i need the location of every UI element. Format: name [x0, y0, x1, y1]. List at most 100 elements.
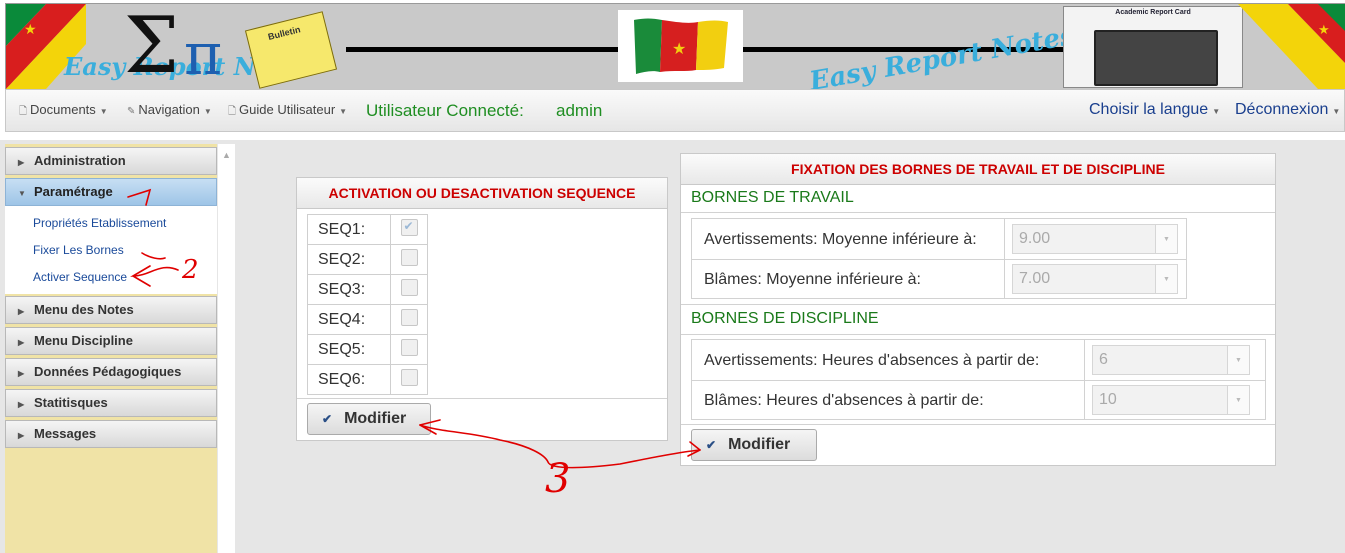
check-icon: ✔ [706, 438, 717, 452]
discipline-heading: BORNES DE DISCIPLINE [691, 310, 879, 327]
sidebar-item-label: Administration [34, 153, 126, 168]
bulletin-icon: Bulletin [244, 11, 338, 89]
sidebar-item-label: Paramétrage [34, 184, 113, 199]
caret-down-icon: ▼ [1332, 107, 1341, 116]
seq4-checkbox[interactable] [400, 308, 418, 326]
seq5-checkbox[interactable] [400, 338, 418, 356]
bornes-panel: FIXATION DES BORNES DE TRAVAIL ET DE DIS… [680, 153, 1276, 466]
document-icon: 🗋 [19, 106, 28, 117]
sequence-panel: ACTIVATION OU DESACTIVATION SEQUENCE SEQ… [296, 177, 668, 441]
pencil-icon: ✎ [127, 106, 136, 117]
caret-down-icon: ▼ [1212, 107, 1221, 116]
triangle-right-icon: ▶ [18, 369, 25, 378]
seq3-checkbox[interactable] [400, 278, 418, 296]
table-row: SEQ6: [307, 364, 428, 395]
menu-navigation[interactable]: ✎ Navigation ▼ [127, 102, 212, 117]
travail-heading: BORNES DE TRAVAIL [691, 189, 854, 206]
sequence-panel-title: ACTIVATION OU DESACTIVATION SEQUENCE [297, 178, 667, 209]
sidebar-item-menu-notes[interactable]: ▶ Menu des Notes [5, 296, 217, 324]
triangle-right-icon: ▶ [18, 158, 25, 167]
laptop-icon [1094, 30, 1218, 86]
spinner-down-icon[interactable]: ▼ [1156, 264, 1178, 294]
sidebar-item-donnees[interactable]: ▶ Données Pédagogiques [5, 358, 217, 386]
sidebar-item-label: Données Pédagogiques [34, 364, 182, 379]
sequence-modify-button[interactable]: ✔ Modifier [307, 403, 431, 435]
menu-logout[interactable]: Déconnexion ▼ [1235, 101, 1340, 119]
sidebar-item-label: Messages [34, 426, 97, 441]
discipline-avert-label: Avertissements: Heures d'absences à part… [704, 352, 1040, 369]
sidebar-item-menu-discipline[interactable]: ▶ Menu Discipline [5, 327, 217, 355]
logo-text-right: Easy Report Notes [807, 20, 1077, 90]
seq-label: SEQ3: [307, 274, 391, 305]
menu-documents-label: Documents [30, 102, 96, 117]
menu-language-label: Choisir la langue [1089, 101, 1209, 118]
sidebar-item-parametrage[interactable]: ▼ Paramétrage [5, 178, 217, 206]
svg-text:★: ★ [1318, 22, 1330, 37]
travail-avert-input[interactable]: 9.00 [1012, 224, 1156, 254]
triangle-down-icon: ▼ [18, 189, 26, 198]
bornes-modify-button[interactable]: ✔ Modifier [691, 429, 817, 461]
document-icon: 🗋 [228, 106, 237, 117]
sublink-activer-sequence[interactable]: Activer Sequence [33, 270, 127, 284]
table-row: SEQ4: [307, 304, 428, 335]
triangle-right-icon: ▶ [18, 307, 25, 316]
seq2-checkbox[interactable] [400, 248, 418, 266]
table-row: SEQ3: [307, 274, 428, 305]
sigma-logo-icon: Σ [124, 3, 180, 90]
button-label: Modifier [728, 436, 791, 453]
connected-user-label: Utilisateur Connecté: [366, 101, 524, 120]
svg-text:★: ★ [672, 41, 686, 58]
banner-arrow-line-left [346, 47, 621, 52]
table-row: SEQ1: [307, 214, 428, 245]
bornes-panel-title: FIXATION DES BORNES DE TRAVAIL ET DE DIS… [681, 154, 1275, 185]
discipline-avert-input[interactable]: 6 [1092, 345, 1228, 375]
seq-label: SEQ2: [307, 244, 391, 275]
sidebar-item-administration[interactable]: ▶ Administration [5, 147, 217, 175]
travail-blame-label: Blâmes: Moyenne inférieure à: [704, 271, 921, 288]
cameroon-flag-center: ★ [618, 10, 743, 82]
sequence-table: SEQ1: SEQ2: SEQ3: SEQ4: SEQ5: SEQ6: [307, 214, 428, 395]
discipline-form: Avertissements: Heures d'absences à part… [691, 339, 1266, 420]
sublink-proprietes[interactable]: Propriétés Etablissement [33, 216, 166, 230]
sidebar-item-label: Menu Discipline [34, 333, 133, 348]
menu-guide-label: Guide Utilisateur [239, 102, 336, 117]
menu-logout-label: Déconnexion [1235, 101, 1329, 118]
seq-label: SEQ1: [307, 214, 391, 245]
divider [681, 424, 1275, 425]
divider [297, 398, 667, 399]
sublink-fixer-bornes[interactable]: Fixer Les Bornes [33, 243, 124, 257]
seq6-checkbox[interactable] [400, 368, 418, 386]
table-row: SEQ2: [307, 244, 428, 275]
triangle-right-icon: ▶ [18, 338, 25, 347]
menu-language[interactable]: Choisir la langue ▼ [1089, 101, 1220, 119]
sidebar-item-statistiques[interactable]: ▶ Statitisques [5, 389, 217, 417]
header-banner: ★ Easy Report Notes Σ π Bulletin ★ Easy … [5, 3, 1345, 90]
spinner-down-icon[interactable]: ▼ [1228, 385, 1250, 415]
cameroon-flag-right: ★ [1238, 4, 1345, 89]
divider [681, 304, 1275, 305]
discipline-blame-label: Blâmes: Heures d'absences à partir de: [704, 392, 984, 409]
check-icon: ✔ [322, 412, 333, 426]
triangle-right-icon: ▶ [18, 431, 25, 440]
scroll-up-icon[interactable]: ▲ [222, 150, 231, 160]
menu-guide[interactable]: 🗋 Guide Utilisateur ▼ [228, 102, 347, 121]
table-row: SEQ5: [307, 334, 428, 365]
discipline-blame-input[interactable]: 10 [1092, 385, 1228, 415]
sidebar-scrollbar[interactable] [218, 144, 235, 553]
caret-down-icon: ▼ [203, 107, 212, 116]
divider [681, 334, 1275, 335]
sidebar-item-label: Menu des Notes [34, 302, 134, 317]
seq-label: SEQ6: [307, 364, 391, 395]
top-navbar: 🗋 Documents ▼ ✎ Navigation ▼ 🗋 Guide Utilisat… [5, 89, 1345, 132]
triangle-right-icon: ▶ [18, 400, 25, 409]
caret-down-icon: ▼ [99, 107, 108, 116]
spinner-down-icon[interactable]: ▼ [1156, 224, 1178, 254]
connected-user-name: admin [556, 101, 603, 120]
menu-documents[interactable]: 🗋 Documents ▼ [19, 102, 108, 121]
spinner-down-icon[interactable]: ▼ [1228, 345, 1250, 375]
seq1-checkbox[interactable] [400, 218, 418, 236]
divider [681, 212, 1275, 213]
sidebar-item-messages[interactable]: ▶ Messages [5, 420, 217, 448]
travail-blame-input[interactable]: 7.00 [1012, 264, 1156, 294]
pi-logo-icon: π [184, 20, 223, 88]
